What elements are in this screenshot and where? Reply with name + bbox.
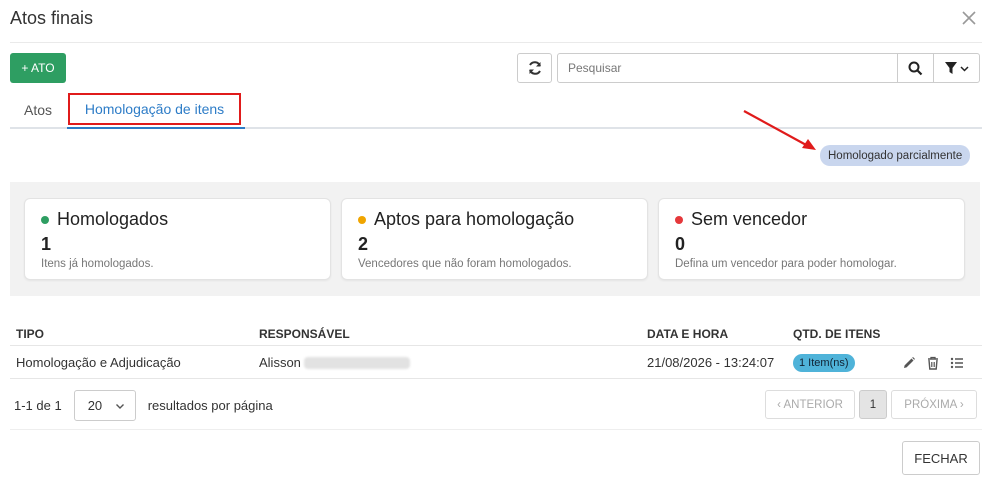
add-ato-button[interactable]: + ATO: [10, 53, 66, 83]
refresh-icon: [528, 61, 541, 75]
card-sem-vencedor: Sem vencedor 0 Defina um vencedor para p…: [658, 198, 965, 280]
refresh-button[interactable]: [517, 53, 552, 83]
card-desc: Itens já homologados.: [41, 258, 154, 270]
card-aptos: Aptos para homologação 2 Vencedores que …: [341, 198, 648, 280]
summary-panel: Homologados 1 Itens já homologados. Apto…: [10, 182, 980, 296]
card-homologados: Homologados 1 Itens já homologados.: [24, 198, 331, 280]
responsavel-name: Alisson: [259, 355, 301, 370]
per-page-label: resultados por página: [147, 398, 273, 413]
tab-bar: Atos Homologação de itens: [10, 93, 982, 129]
card-title: Homologados: [57, 209, 169, 229]
search-bar: [557, 53, 980, 83]
pagination-range: 1-1 de 1: [14, 398, 62, 413]
header-divider: [10, 42, 982, 43]
status-badge-partial: Homologado parcialmente: [820, 145, 971, 166]
cell-data-hora: 21/08/2026 - 13:24:07: [647, 355, 775, 370]
header-qtd-itens[interactable]: QTD. DE ITENS: [793, 322, 880, 345]
green-dot-icon: [41, 215, 49, 224]
cell-tipo: Homologação e Adjudicação: [16, 355, 181, 370]
filter-icon: [945, 62, 957, 74]
search-button[interactable]: [897, 54, 933, 82]
card-desc: Defina um vencedor para poder homologar.: [675, 258, 897, 270]
trash-icon[interactable]: [926, 356, 940, 370]
card-count: 2: [358, 234, 369, 254]
list-icon[interactable]: [950, 356, 964, 370]
close-icon[interactable]: [960, 9, 978, 27]
card-count: 0: [675, 234, 686, 254]
edit-icon[interactable]: [902, 356, 916, 370]
chevron-down-icon: [960, 65, 969, 72]
cell-responsavel: Alisson: [259, 347, 410, 378]
search-input[interactable]: [558, 54, 897, 82]
card-desc: Vencedores que não foram homologados.: [358, 258, 572, 270]
cell-qtd: 1 Item(ns): [793, 347, 855, 378]
tab-atos[interactable]: Atos: [24, 93, 52, 127]
row-actions: [902, 347, 964, 378]
card-title: Aptos para homologação: [374, 209, 575, 229]
header-responsavel[interactable]: RESPONSÁVEL: [259, 322, 350, 345]
page-number-button[interactable]: 1: [859, 390, 887, 419]
card-count: 1: [41, 234, 52, 254]
chevron-down-icon: [115, 403, 124, 409]
redacted-surname: [303, 356, 410, 369]
next-page-button[interactable]: PRÓXIMA ›: [891, 390, 977, 419]
tab-homologacao-itens[interactable]: Homologação de itens: [68, 93, 241, 125]
card-title: Sem vencedor: [691, 209, 808, 229]
red-dot-icon: [675, 215, 683, 224]
table-row[interactable]: Homologação e Adjudicação Alisson 21/08/…: [10, 347, 982, 379]
header-tipo[interactable]: TIPO: [16, 322, 44, 345]
page-size-value: 20: [87, 398, 103, 413]
active-tab-indicator: [67, 127, 245, 129]
pagination: 1-1 de 1 20 resultados por página ‹ ANTE…: [10, 380, 982, 430]
table-header: TIPO RESPONSÁVEL DATA E HORA QTD. DE ITE…: [10, 322, 982, 346]
filter-button[interactable]: [933, 54, 979, 82]
annotation-arrow: [743, 110, 816, 150]
header-data-hora[interactable]: DATA E HORA: [647, 322, 728, 345]
items-count-badge[interactable]: 1 Item(ns): [793, 353, 855, 372]
page-size-select[interactable]: 20: [73, 390, 136, 421]
dialog-title: Atos finais: [10, 8, 94, 28]
orange-dot-icon: [358, 215, 366, 224]
close-dialog-button[interactable]: FECHAR: [902, 441, 980, 475]
prev-page-button[interactable]: ‹ ANTERIOR: [765, 390, 855, 419]
search-icon: [908, 61, 923, 75]
